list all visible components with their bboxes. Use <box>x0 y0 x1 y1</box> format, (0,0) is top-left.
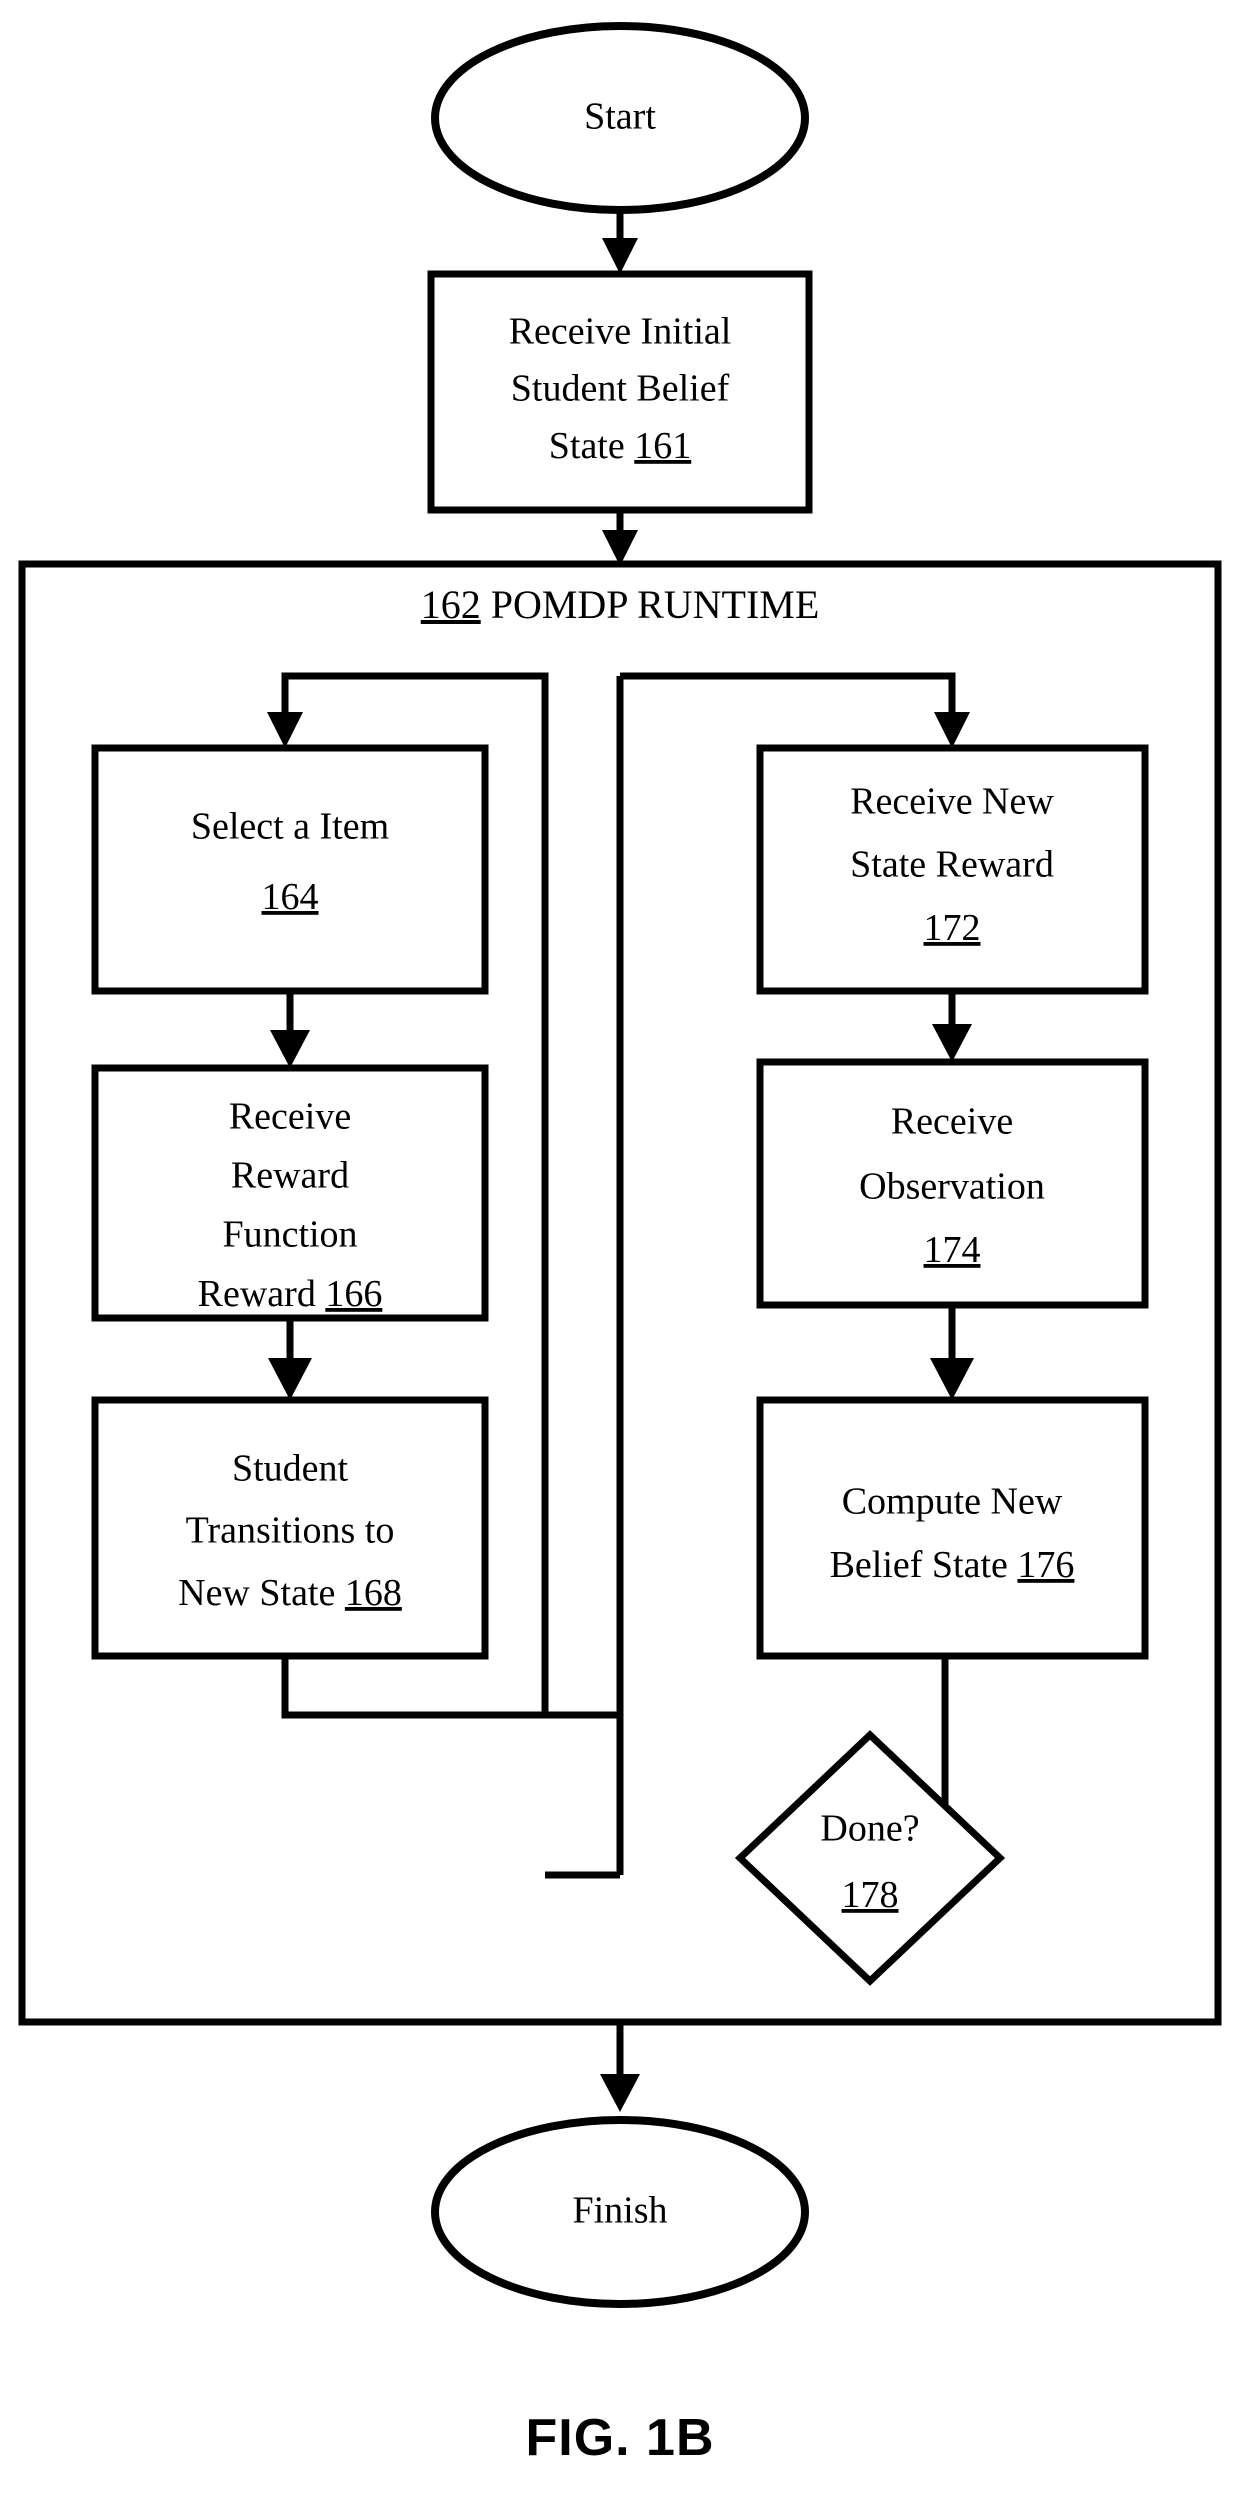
arrowhead-icon <box>267 712 303 748</box>
node-select-item: Select a Item 164 <box>91 744 489 995</box>
box-161-line2: Student Belief <box>511 368 730 410</box>
box-166-line1: Receive <box>229 1096 351 1138</box>
connector-174-to-176 <box>930 1305 974 1400</box>
node-start: Start <box>431 22 809 214</box>
box-164-line1: Select a Item <box>191 806 389 848</box>
box-164-line2: 164 <box>262 876 319 918</box>
box-172-ref: 172 <box>924 907 981 949</box>
figure-caption: FIG. 1B <box>525 2409 715 2467</box>
box-168-ref: 168 <box>345 1572 402 1614</box>
finish-label: Finish <box>572 2190 667 2232</box>
box-168-line3-text: New State <box>178 1572 345 1614</box>
box-164-rect <box>91 744 489 995</box>
box-172-line1: Receive New <box>850 781 1054 823</box>
diamond-178-shape <box>734 1730 1006 1986</box>
node-compute-new-belief-state: Compute New Belief State 176 <box>756 1396 1149 1660</box>
box-166-line4-text: Reward <box>198 1273 326 1315</box>
node-receive-initial-belief-state: Receive Initial Student Belief State 161 <box>427 270 813 514</box>
box-172-line3: 172 <box>924 907 981 949</box>
connector-161-to-container <box>602 510 638 566</box>
connector-start-to-161 <box>602 210 638 274</box>
box-161-line3: State 161 <box>549 425 691 467</box>
box-168-line2: Transitions to <box>186 1510 395 1552</box>
connector-line-top <box>620 672 956 728</box>
box-168-line1: Student <box>232 1448 349 1490</box>
box-161-line1: Receive Initial <box>509 311 732 353</box>
node-finish: Finish <box>431 2116 809 2308</box>
figure-root: Start Receive Initial Student Belief Sta… <box>0 0 1240 2503</box>
box-166-line3: Function <box>222 1214 357 1256</box>
box-174-ref: 174 <box>924 1229 981 1271</box>
arrowhead-icon <box>602 238 638 274</box>
diamond-178-ref: 178 <box>842 1874 899 1916</box>
connector-line <box>281 1656 620 1719</box>
box-176-ref: 176 <box>1017 1544 1074 1586</box>
connector-168-to-loop <box>281 1656 620 1719</box>
box-174-line3: 174 <box>924 1229 981 1271</box>
box-161-ref: 161 <box>634 425 691 467</box>
box-161-line3-text: State <box>549 425 634 467</box>
box-164-ref: 164 <box>262 876 319 918</box>
connector-164-to-166 <box>270 991 310 1068</box>
box-166-ref: 166 <box>325 1273 382 1315</box>
box-166-line2: Reward <box>231 1155 349 1197</box>
box-174-line2: Observation <box>859 1166 1045 1208</box>
diamond-178-line2: 178 <box>842 1874 899 1916</box>
box-176-line2-text: Belief State <box>830 1544 1018 1586</box>
container-ref: 162 <box>421 582 481 627</box>
node-receive-observation: Receive Observation 174 <box>756 1058 1149 1309</box>
box-176-line1: Compute New <box>842 1481 1063 1523</box>
box-172-line2: State Reward <box>850 844 1054 886</box>
connector-172-to-174 <box>932 991 972 1062</box>
box-166-line4: Reward 166 <box>198 1273 383 1315</box>
box-176-line2: Belief State 176 <box>830 1544 1075 1586</box>
diamond-178-line1: Done? <box>820 1808 919 1850</box>
node-receive-new-state-reward: Receive New State Reward 172 <box>756 744 1149 995</box>
connector-166-to-168 <box>268 1318 312 1400</box>
flowchart-canvas: Start Receive Initial Student Belief Sta… <box>18 22 1222 2308</box>
box-176-rect <box>756 1396 1149 1660</box>
arrowhead-icon <box>268 1358 312 1400</box>
arrowhead-icon <box>934 712 970 748</box>
node-done-decision: Done? 178 <box>734 1730 1006 1986</box>
container-title: 162 POMDP RUNTIME <box>421 582 820 627</box>
node-student-transitions: Student Transitions to New State 168 <box>91 1396 489 1660</box>
box-168-line3: New State 168 <box>178 1572 402 1614</box>
arrowhead-icon <box>600 2074 640 2112</box>
node-receive-reward-function: Receive Reward Function Reward 166 <box>91 1064 489 1322</box>
arrowhead-icon <box>270 1030 310 1068</box>
container-title-text: POMDP RUNTIME <box>481 582 820 627</box>
connector-container-to-finish <box>600 2022 640 2112</box>
arrowhead-icon <box>930 1358 974 1400</box>
box-174-line1: Receive <box>891 1101 1013 1143</box>
arrowhead-icon <box>932 1024 972 1062</box>
start-label: Start <box>584 96 656 138</box>
